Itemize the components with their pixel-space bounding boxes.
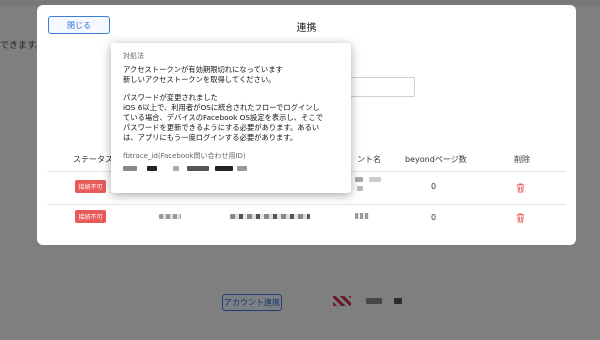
tooltip-line: は、アプリにもう一度ログインする必要があります。 — [123, 133, 298, 142]
column-header-status: ステータス — [73, 155, 113, 164]
redacted-account-name — [355, 177, 363, 182]
trash-icon[interactable] — [516, 183, 525, 193]
column-header-account-name: ント名 — [357, 155, 381, 164]
trace-id-label: fbtrace_id(Facebook問い合わせ用ID) — [123, 152, 246, 160]
row-divider — [47, 204, 566, 205]
search-input[interactable] — [349, 77, 415, 97]
tooltip-line: アクセストークンが有効期限切れになっています — [123, 65, 283, 74]
column-header-page-count: beyondページ数 — [405, 155, 467, 164]
tooltip-line: iOS 6以上で、利用者がOSに統合されたフローでログインし — [123, 103, 320, 112]
tooltip-line: パスワードを更新できるようにする必要があります。あるい — [123, 123, 320, 132]
redacted-account-id — [230, 214, 310, 219]
status-badge: 接続不可 — [75, 180, 106, 193]
redacted-trace-id — [123, 164, 339, 174]
page-count-value: 0 — [431, 213, 437, 222]
redacted-page-id — [159, 214, 181, 219]
modal-title: 連携 — [296, 23, 317, 34]
error-help-tooltip: 対処法 アクセストークンが有効期限切れになっています 新しいアクセストークンを取… — [111, 43, 351, 193]
tooltip-line: ている場合、デバイスのFacebook OS設定を表示し、そこで — [123, 113, 323, 122]
status-badge: 接続不可 — [75, 210, 106, 223]
tooltip-title: 対処法 — [123, 52, 144, 60]
tooltip-line: パスワードが変更されました — [123, 93, 218, 102]
page-count-value: 0 — [431, 182, 437, 191]
redacted-account-name — [357, 186, 363, 191]
redacted-account-name — [369, 177, 381, 182]
tooltip-line: 新しいアクセストークンを取得してください。 — [123, 75, 276, 84]
column-header-delete: 削除 — [514, 155, 530, 164]
trash-icon[interactable] — [516, 213, 525, 223]
redacted-account-name — [355, 213, 369, 219]
